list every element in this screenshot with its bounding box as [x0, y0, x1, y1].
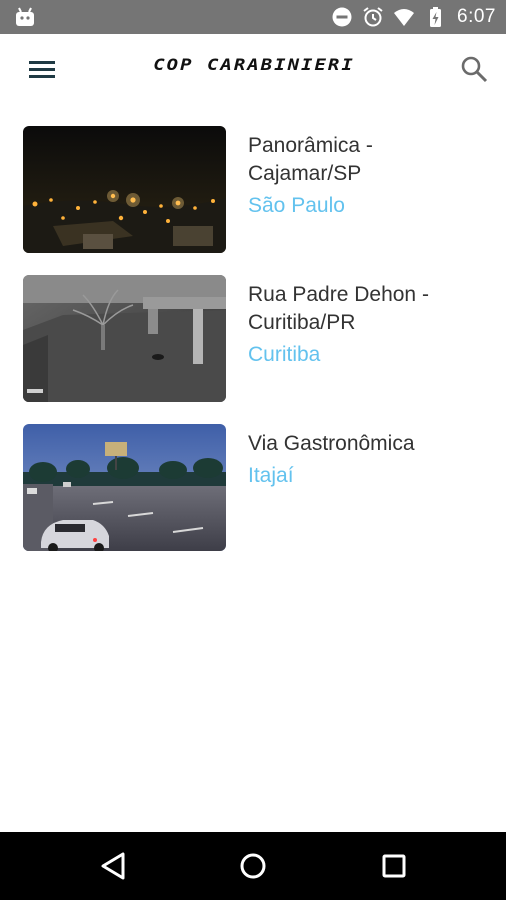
search-icon[interactable] — [458, 53, 490, 85]
status-time: 6:07 — [457, 6, 496, 27]
home-icon[interactable] — [233, 846, 273, 886]
camera-thumbnail — [23, 126, 226, 253]
camera-info: Rua Padre Dehon - Curitiba/PR Curitiba — [248, 281, 488, 369]
app-bar: COP CARABINIERI — [0, 34, 506, 104]
android-icon — [16, 7, 34, 26]
do-not-disturb-icon — [332, 7, 352, 27]
camera-list: Panorâmica - Cajamar/SP São Paulo Rua Pa… — [0, 126, 506, 573]
recents-icon[interactable] — [374, 846, 414, 886]
status-icons: 6:07 — [331, 0, 496, 34]
list-item[interactable]: Rua Padre Dehon - Curitiba/PR Curitiba — [0, 275, 506, 424]
status-bar: 6:07 — [0, 0, 506, 34]
camera-info: Via Gastronômica Itajaí — [248, 430, 488, 490]
hamburger-menu-icon[interactable] — [24, 54, 60, 84]
navigation-bar — [0, 832, 506, 900]
battery-charging-icon — [430, 7, 442, 27]
camera-title: Via Gastronômica — [248, 432, 415, 455]
list-item[interactable]: Panorâmica - Cajamar/SP São Paulo — [0, 126, 506, 275]
camera-thumbnail — [23, 275, 226, 402]
wifi-icon — [394, 9, 415, 26]
back-icon[interactable] — [94, 846, 134, 886]
camera-city[interactable]: São Paulo — [248, 192, 488, 220]
camera-title: Panorâmica - Cajamar/SP — [248, 134, 373, 185]
app-logo-title: COP CARABINIERI — [153, 55, 355, 75]
camera-city[interactable]: Itajaí — [248, 462, 488, 490]
camera-title: Rua Padre Dehon - Curitiba/PR — [248, 283, 429, 334]
alarm-icon — [363, 7, 383, 27]
camera-thumbnail — [23, 424, 226, 551]
camera-info: Panorâmica - Cajamar/SP São Paulo — [248, 132, 488, 220]
camera-city[interactable]: Curitiba — [248, 341, 488, 369]
list-item[interactable]: Via Gastronômica Itajaí — [0, 424, 506, 573]
